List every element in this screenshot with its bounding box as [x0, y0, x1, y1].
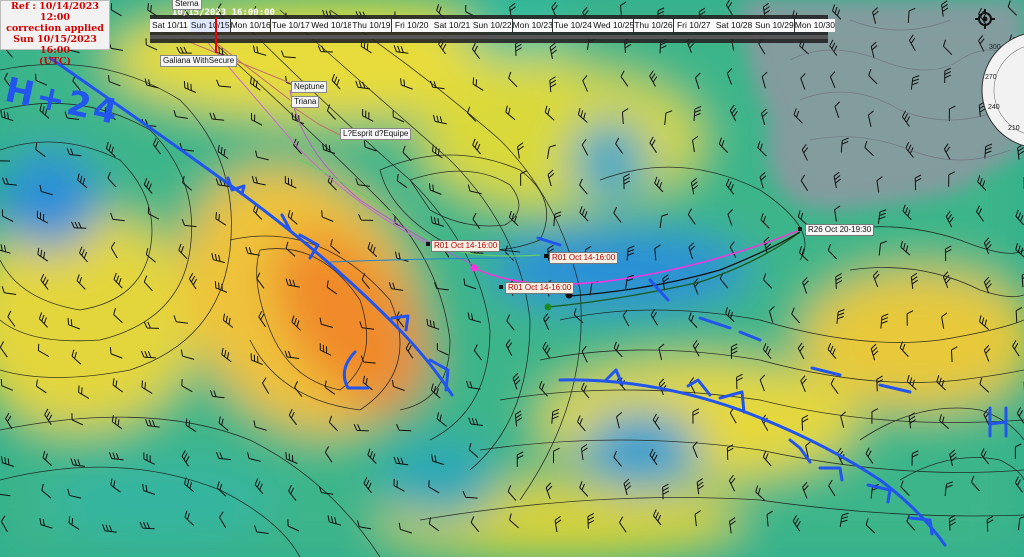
- route-marker: [544, 254, 548, 258]
- boat-label-sterna[interactable]: Sterna: [172, 0, 202, 10]
- timeline-day[interactable]: Tue 10/17: [270, 19, 311, 32]
- boat-label-esprit[interactable]: L?Esprit d?Equipe: [340, 128, 412, 140]
- display-date: Sun 10/15/2023 16:00: [13, 34, 97, 56]
- timeline-cursor[interactable]: [215, 17, 217, 53]
- route-marker: [499, 285, 503, 289]
- timeline-bar[interactable]: 10/15/2023 16:00:00 Sat 10/11 Sun 10/15 Mo…: [150, 8, 835, 53]
- timeline-day[interactable]: Sat 10/21: [432, 19, 472, 32]
- timeline-day[interactable]: Mon 10/23: [512, 19, 553, 32]
- timeline-day[interactable]: Sat 10/11: [150, 19, 190, 32]
- timeline-day[interactable]: Sun 10/29: [754, 19, 795, 32]
- compass-tick-300: 300: [989, 44, 1001, 51]
- timeline-day[interactable]: Fri 10/27: [673, 19, 714, 32]
- weather-map[interactable]: [0, 0, 1024, 557]
- timezone: (UTC): [39, 56, 71, 67]
- timeline-day[interactable]: Wed 10/25: [593, 19, 634, 32]
- timeline-track[interactable]: [150, 35, 828, 39]
- timeline-day[interactable]: Thu 10/19: [351, 19, 392, 32]
- timeline-days: Sat 10/11 Sun 10/15 Mon 10/16 Tue 10/17 Wed …: [150, 19, 835, 32]
- correction-note: correction applied: [6, 23, 104, 34]
- route-marker: [426, 242, 430, 246]
- boat-label-neptune[interactable]: Neptune: [291, 81, 328, 93]
- timeline-day[interactable]: Tue 10/24: [552, 19, 593, 32]
- route-label-r01-c[interactable]: R01 Oct 14-16:00: [505, 282, 575, 294]
- timeline-day[interactable]: Sun 10/22: [472, 19, 513, 32]
- compass-tick-210: 210: [1008, 125, 1020, 132]
- timeline-day[interactable]: Mon 10/16: [230, 19, 271, 32]
- timeline-day[interactable]: Mon 10/30: [794, 19, 835, 32]
- route-label-r01-a[interactable]: R01 Oct 14-16:00: [431, 240, 501, 252]
- compass-tick-240: 240: [988, 104, 1000, 111]
- timeline-day[interactable]: Wed 10/18: [311, 19, 351, 32]
- route-label-r01-b[interactable]: R01 Oct 14-16:00: [549, 252, 619, 264]
- boat-label-triana[interactable]: Triana: [291, 96, 320, 108]
- compass-tick-270: 270: [985, 74, 997, 81]
- crosshair-target-icon[interactable]: [975, 9, 995, 29]
- ref-date: Ref : 10/14/2023 12:00: [11, 1, 99, 23]
- route-point-magenta: [470, 264, 478, 272]
- route-marker: [798, 227, 802, 231]
- route-point-green: [544, 303, 552, 311]
- reference-info-box: Ref : 10/14/2023 12:00 correction applie…: [0, 0, 110, 67]
- boat-label-galiana[interactable]: Galiana WithSecure: [160, 55, 238, 67]
- timeline-day[interactable]: Sat 10/28: [714, 19, 754, 32]
- timeline-day[interactable]: Fri 10/20: [391, 19, 432, 32]
- timeline-day[interactable]: Sun 10/15: [190, 19, 231, 32]
- route-label-r26[interactable]: R26 Oct 20-19:30: [805, 224, 875, 236]
- timeline-day[interactable]: Thu 10/26: [633, 19, 674, 32]
